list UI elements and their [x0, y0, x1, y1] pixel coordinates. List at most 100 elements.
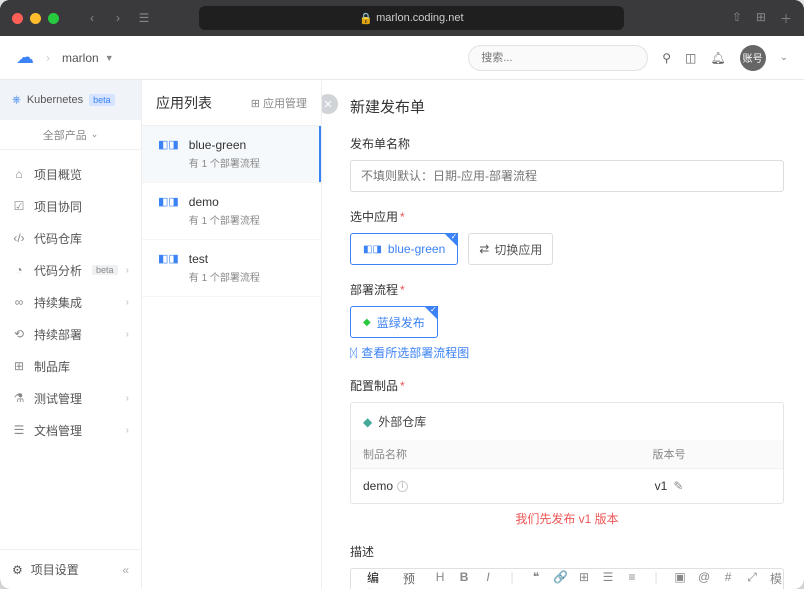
hash-icon[interactable]: #	[721, 570, 735, 589]
image-icon[interactable]: ▣	[673, 570, 687, 589]
chart-icon: ◔	[12, 263, 26, 277]
share-icon[interactable]: ⇧	[732, 10, 742, 27]
traffic-light-max[interactable]	[48, 13, 59, 24]
sidebar-item-test[interactable]: ⚗测试管理›	[0, 382, 141, 414]
quote-icon[interactable]: ❝	[529, 570, 543, 589]
chevron-right-icon: ›	[126, 425, 129, 436]
chevron-down-icon: ▼	[105, 53, 114, 63]
md-toolbar: 编辑 预览 H B I | ❝ 🔗 ⊞ ☰ ≡	[350, 568, 784, 589]
edit-tab[interactable]: 编辑	[361, 561, 385, 589]
bold-icon[interactable]: B	[457, 570, 471, 589]
breadcrumb[interactable]: marlon ▼	[62, 51, 114, 65]
k8s-icon: ⎈	[12, 94, 21, 107]
ol-icon[interactable]: ☰	[601, 570, 615, 589]
search-input[interactable]	[468, 45, 648, 71]
search-icon[interactable]: ⚲	[662, 51, 671, 65]
check-icon: ☑	[12, 199, 26, 213]
applist-title: 应用列表	[156, 93, 212, 113]
app-mgmt-link[interactable]: ⊞ 应用管理	[251, 95, 307, 111]
app-item[interactable]: ◧◨ blue-green有 1 个部署流程	[142, 126, 321, 183]
edit-icon[interactable]: ✎	[673, 479, 683, 493]
sidebar-icon[interactable]: ☰	[137, 11, 151, 25]
traffic-light-min[interactable]	[30, 13, 41, 24]
artifact-config: ◆外部仓库 制品名称版本号 demoi v1✎	[350, 402, 784, 504]
gear-icon: ⚙	[12, 563, 23, 577]
sidebar: ⎈ Kubernetes beta 全部产品 ⌄ ⌂项目概览 ☑项目协同 ‹/›…	[0, 80, 142, 589]
chevron-right-icon: ›	[126, 393, 129, 404]
app-icon: ◧◨	[158, 138, 179, 170]
infinity-icon: ∞	[12, 295, 26, 309]
flask-icon: ⚗	[12, 391, 26, 405]
nav-arrows: ‹ › ☰	[85, 11, 151, 25]
inbox-icon[interactable]: ◫	[685, 51, 696, 65]
fwd-icon[interactable]: ›	[111, 11, 125, 25]
switch-app-button[interactable]: ⇄ 切换应用	[468, 233, 553, 265]
app-icon: ◧◨	[158, 252, 179, 284]
desc-label: 描述	[350, 543, 784, 560]
sidebar-settings[interactable]: ⚙ 项目设置 «	[0, 549, 141, 589]
app-list: 应用列表 ⊞ 应用管理 ◧◨ blue-green有 1 个部署流程 ◧◨ de…	[142, 80, 322, 589]
h-icon[interactable]: H	[433, 570, 447, 589]
table-icon[interactable]: ⊞	[577, 570, 591, 589]
traffic-light-close[interactable]	[12, 13, 23, 24]
sidebar-header[interactable]: ⎈ Kubernetes beta	[0, 80, 141, 120]
sidebar-item-analysis[interactable]: ◔代码分析beta›	[0, 254, 141, 286]
all-products[interactable]: 全部产品 ⌄	[0, 120, 141, 150]
repo-icon: ◆	[363, 415, 372, 429]
ul-icon[interactable]: ≡	[625, 570, 639, 589]
copy-icon[interactable]: ⊞	[756, 10, 766, 27]
release-form: 新建发布单 发布单名称 选中应用* ◧◨ blue-green	[322, 80, 804, 589]
chevron-down-icon[interactable]: ⌄	[780, 52, 788, 63]
template-button[interactable]: 模板	[769, 570, 783, 589]
flow-chip[interactable]: ◆ 蓝绿发布	[350, 306, 438, 338]
name-input[interactable]	[350, 160, 784, 192]
panel-title: 新建发布单	[350, 96, 784, 117]
topbar: ☁ › marlon ▼ ⚲ ◫ 🔔︎ 账号 ⌄	[0, 36, 804, 80]
sidebar-item-docs[interactable]: ☰文档管理›	[0, 414, 141, 446]
grid-icon: ⊞	[251, 98, 260, 110]
flow-label: 部署流程*	[350, 281, 784, 298]
chevron-right-icon: ›	[126, 297, 129, 308]
name-label: 发布单名称	[350, 135, 784, 152]
app-icon: ◧◨	[363, 244, 382, 255]
hint-text: 我们先发布 v1 版本	[350, 510, 784, 527]
flowchart-icon: ᛞ	[350, 346, 357, 360]
logo[interactable]: ☁	[16, 47, 34, 68]
info-icon[interactable]: i	[397, 481, 408, 492]
cycle-icon: ⟲	[12, 327, 26, 341]
chevron-right-icon: ›	[126, 329, 129, 340]
cfg-label: 配置制品*	[350, 377, 784, 394]
lock-icon: 🔒	[359, 12, 373, 25]
italic-icon[interactable]: I	[481, 570, 495, 589]
app-chip[interactable]: ◧◨ blue-green	[350, 233, 458, 265]
package-icon: ⊞	[12, 359, 26, 373]
app-item[interactable]: ◧◨ test有 1 个部署流程	[142, 240, 321, 297]
chevron-down-icon: ⌄	[91, 129, 99, 140]
sidebar-item-cd[interactable]: ⟲持续部署›	[0, 318, 141, 350]
sidebar-item-repo[interactable]: ‹/›代码仓库	[0, 222, 141, 254]
newtab-icon[interactable]: ＋	[780, 10, 792, 27]
app-icon: ◧◨	[158, 195, 179, 227]
code-icon: ‹/›	[12, 231, 26, 245]
browser-chrome: ‹ › ☰ 🔒 marlon.coding.net ⇧ ⊞ ＋	[0, 0, 804, 36]
sidebar-item-overview[interactable]: ⌂项目概览	[0, 158, 141, 190]
chevron-right-icon: ›	[126, 265, 129, 276]
view-flowchart-link[interactable]: ᛞ 查看所选部署流程图	[350, 344, 469, 361]
app-item[interactable]: ◧◨ demo有 1 个部署流程	[142, 183, 321, 240]
expand-icon[interactable]: ⤢	[745, 570, 759, 589]
sidebar-item-collab[interactable]: ☑项目协同	[0, 190, 141, 222]
at-icon[interactable]: @	[697, 570, 711, 589]
url-bar[interactable]: 🔒 marlon.coding.net	[199, 6, 624, 30]
home-icon: ⌂	[12, 167, 26, 181]
app-label: 选中应用*	[350, 208, 784, 225]
doc-icon: ☰	[12, 423, 26, 437]
collapse-icon[interactable]: «	[122, 563, 129, 577]
sidebar-item-ci[interactable]: ∞持续集成›	[0, 286, 141, 318]
bell-icon[interactable]: 🔔︎	[710, 51, 725, 65]
back-icon[interactable]: ‹	[85, 11, 99, 25]
avatar[interactable]: 账号	[740, 45, 766, 71]
link-icon[interactable]: 🔗	[553, 570, 567, 589]
sidebar-item-artifact[interactable]: ⊞制品库	[0, 350, 141, 382]
swap-icon: ⇄	[479, 242, 489, 256]
preview-tab[interactable]: 预览	[397, 562, 421, 589]
